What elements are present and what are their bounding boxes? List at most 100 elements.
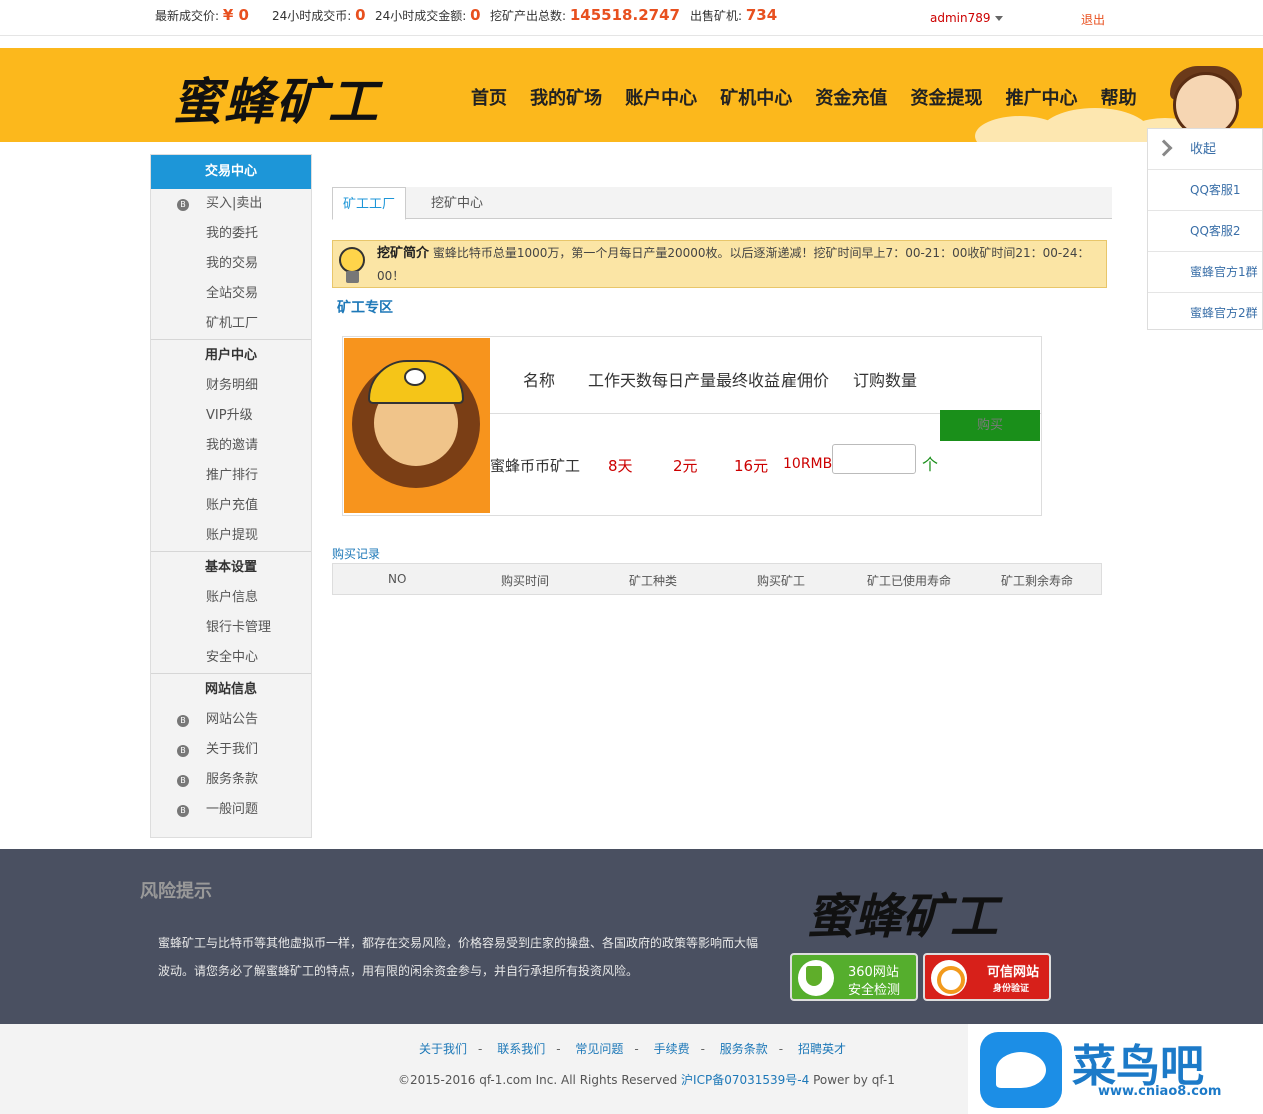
tab-miner-factory[interactable]: 矿工工厂 <box>332 187 407 220</box>
sidebar-item-miner-factory[interactable]: 矿机工厂 <box>151 309 311 339</box>
sidebar-item-my-orders[interactable]: 我的委托 <box>151 219 311 249</box>
record-col-remaining-life: 矿工剩余寿命 <box>1001 574 1074 588</box>
sidebar-header-site-info: 网站信息 <box>151 673 311 705</box>
bitcoin-icon: B <box>177 805 189 817</box>
content-tabs: 矿工工厂 挖矿中心 <box>332 187 1112 220</box>
nav-miner-center[interactable]: 矿机中心 <box>720 84 792 110</box>
official-group-1[interactable]: 蜜蜂官方1群 <box>1148 252 1262 293</box>
risk-title: 风险提示 <box>140 881 212 902</box>
sidebar-item-label: 关于我们 <box>206 742 259 757</box>
nav-withdraw[interactable]: 资金提现 <box>910 84 982 110</box>
logout-link[interactable]: 退出 <box>1081 11 1105 28</box>
bitcoin-icon: B <box>177 715 189 727</box>
site-header: 蜜蜂矿工 首页 我的矿场 账户中心 矿机中心 资金充值 资金提现 推广中心 帮助 <box>0 48 1263 142</box>
sidebar-item-label: 一般问题 <box>206 802 259 817</box>
caret-down-icon <box>994 16 1003 21</box>
nav-my-mine[interactable]: 我的矿场 <box>530 84 602 110</box>
badge2-line1: 可信网站 <box>987 965 1040 980</box>
mined-total-label: 挖矿产出总数: <box>490 9 567 23</box>
trusted-site-badge[interactable]: 可信网站 身份验证 <box>923 953 1051 1001</box>
purchase-record-title[interactable]: 购买记录 <box>332 545 380 562</box>
customer-service-panel: 收起 QQ客服1 QQ客服2 蜜蜂官方1群 蜜蜂官方2群 <box>1147 128 1263 330</box>
sidebar-item-withdraw[interactable]: 账户提现 <box>151 521 311 551</box>
site-logo[interactable]: 蜜蜂矿工 <box>172 62 380 134</box>
footer-link-about[interactable]: 关于我们 <box>419 1042 467 1056</box>
nav-account[interactable]: 账户中心 <box>625 84 697 110</box>
buy-button[interactable]: 购买 <box>940 410 1040 441</box>
sidebar-item-all-trades[interactable]: 全站交易 <box>151 279 311 309</box>
notice-title: 挖矿简介 <box>377 246 430 261</box>
purchase-record-table-header: NO 购买时间 矿工种类 购买矿工 矿工已使用寿命 矿工剩余寿命 <box>332 563 1102 595</box>
official-group-2[interactable]: 蜜蜂官方2群 <box>1148 293 1262 334</box>
sold-miners-value: 734 <box>745 6 778 24</box>
sidebar-item-vip[interactable]: VIP升级 <box>151 401 311 431</box>
last-price-stat: 最新成交价: ¥ 0 <box>155 6 249 24</box>
sidebar: 交易中心 B 买入|卖出 我的委托 我的交易 全站交易 矿机工厂 用户中心 财务明… <box>150 154 312 838</box>
nav-help[interactable]: 帮助 <box>1101 84 1137 110</box>
sidebar-item-account-info[interactable]: 账户信息 <box>151 583 311 613</box>
sidebar-item-ranking[interactable]: 推广排行 <box>151 461 311 491</box>
top-stats-bar: 最新成交价: ¥ 0 24小时成交币: 0 24小时成交金额: 0 挖矿产出总数… <box>0 0 1263 36</box>
lightbulb-base <box>346 271 359 283</box>
user-menu[interactable]: admin789 <box>930 11 1003 25</box>
product-price: 10RMB <box>783 456 833 472</box>
miner-lamp <box>404 368 426 386</box>
product-days: 8天 <box>608 457 633 475</box>
power-by-text: Power by qf-1 <box>813 1073 895 1087</box>
mined-total-stat: 挖矿产出总数: 145518.2747 <box>490 6 680 24</box>
separator: - <box>634 1042 639 1056</box>
col-header-qty: 订购数量 <box>853 371 918 390</box>
sidebar-item-finance[interactable]: 财务明细 <box>151 371 311 401</box>
qq-service-2[interactable]: QQ客服2 <box>1148 211 1262 252</box>
amount-24h-label: 24小时成交金额: <box>375 9 467 23</box>
miner-zone-title: 矿工专区 <box>337 300 393 316</box>
icp-link[interactable]: 沪ICP备07031539号-4 <box>681 1073 809 1087</box>
footer-link-contact[interactable]: 联系我们 <box>497 1042 545 1056</box>
product-total: 16元 <box>734 457 769 475</box>
sidebar-item-bank-cards[interactable]: 银行卡管理 <box>151 613 311 643</box>
footer-link-fees[interactable]: 手续费 <box>654 1042 690 1056</box>
watermark: 菜鸟吧 www.cniao8.com <box>968 1024 1263 1114</box>
sidebar-item-invites[interactable]: 我的邀请 <box>151 431 311 461</box>
sidebar-item-label: 网站公告 <box>206 712 259 727</box>
tab-mining-center[interactable]: 挖矿中心 <box>421 187 493 219</box>
username: admin789 <box>930 11 991 25</box>
badge1-line1: 360网站 <box>848 965 899 980</box>
collapse-button[interactable]: 收起 <box>1148 129 1262 170</box>
sidebar-item-security[interactable]: 安全中心 <box>151 643 311 673</box>
sidebar-item-my-trades[interactable]: 我的交易 <box>151 249 311 279</box>
quantity-input[interactable] <box>832 444 916 474</box>
footer-link-terms[interactable]: 服务条款 <box>720 1042 768 1056</box>
badge2-line2: 身份验证 <box>993 984 1030 994</box>
mined-total-value: 145518.2747 <box>569 6 680 24</box>
col-header-name: 名称 <box>523 371 556 390</box>
footer-link-jobs[interactable]: 招聘英才 <box>798 1042 846 1056</box>
col-header-total: 最终收益 <box>716 371 781 390</box>
separator: - <box>700 1042 705 1056</box>
record-col-miner: 购买矿工 <box>757 574 806 588</box>
watermark-url: www.cniao8.com <box>1098 1084 1222 1099</box>
sidebar-item-announcements[interactable]: B 网站公告 <box>151 705 311 735</box>
sidebar-header-user: 用户中心 <box>151 339 311 371</box>
miner-product-card: 名称 工作天数 每日产量 最终收益 雇佣价 订购数量 购买 蜜蜂币币矿工 8天 … <box>342 336 1042 516</box>
amount-24h-stat: 24小时成交金额: 0 <box>375 6 481 24</box>
sidebar-item-about[interactable]: B 关于我们 <box>151 735 311 765</box>
sidebar-item-terms[interactable]: B 服务条款 <box>151 765 311 795</box>
sidebar-header-trade[interactable]: 交易中心 <box>151 155 311 189</box>
sidebar-item-buy-sell[interactable]: B 买入|卖出 <box>151 189 311 219</box>
nav-promotion[interactable]: 推广中心 <box>1006 84 1078 110</box>
sidebar-item-label: 服务条款 <box>206 772 259 787</box>
chevron-right-icon <box>1155 139 1173 157</box>
bitcoin-icon: B <box>177 775 189 787</box>
nav-deposit[interactable]: 资金充值 <box>815 84 887 110</box>
footer-link-faq[interactable]: 常见问题 <box>575 1042 623 1056</box>
qq-service-1[interactable]: QQ客服1 <box>1148 170 1262 211</box>
notice-text: 蜜蜂比特币总量1000万，第一个月每日产量20000枚。以后逐渐递减！挖矿时间早… <box>377 246 1090 283</box>
security-badge-360[interactable]: 360网站 安全检测 <box>790 953 918 1001</box>
nav-home[interactable]: 首页 <box>471 84 507 110</box>
col-header-price: 雇佣价 <box>781 371 830 390</box>
sidebar-item-deposit[interactable]: 账户充值 <box>151 491 311 521</box>
sidebar-item-faq[interactable]: B 一般问题 <box>151 795 311 825</box>
badge1-line2: 安全检测 <box>848 983 901 998</box>
col-header-days: 工作天数 <box>588 371 653 390</box>
